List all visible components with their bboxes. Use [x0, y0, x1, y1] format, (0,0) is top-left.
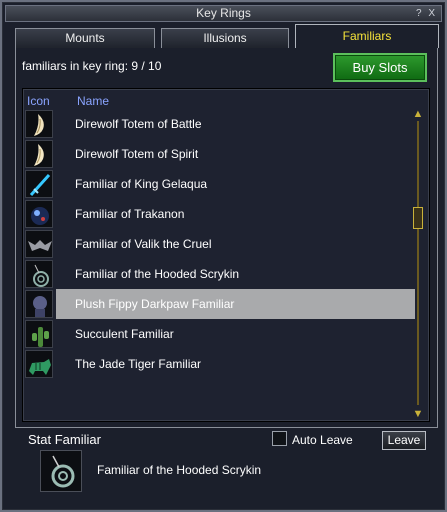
list-item-name: Familiar of the Hooded Scrykin [75, 267, 240, 281]
list-item-name: Direwolf Totem of Battle [75, 117, 202, 131]
cactus-icon [25, 320, 53, 348]
close-button[interactable]: X [428, 8, 435, 19]
scroll-track[interactable] [417, 121, 419, 405]
tiger-icon [25, 350, 53, 378]
help-button[interactable]: ? [416, 8, 422, 19]
list-item[interactable]: Succulent Familiar [23, 319, 415, 349]
buy-slots-button[interactable]: Buy Slots [333, 53, 427, 82]
list-item[interactable]: The Jade Tiger Familiar [23, 349, 415, 379]
stat-familiar-label: Stat Familiar [28, 432, 101, 447]
list-item-selected[interactable]: Plush Fippy Darkpaw Familiar [23, 289, 415, 319]
gnoll-icon [25, 290, 53, 318]
list-item-name: Direwolf Totem of Spirit [75, 147, 199, 161]
list-scrollbar[interactable]: ▲ ▼ [411, 107, 425, 421]
window-title: Key Rings [196, 6, 251, 20]
scroll-down-arrow-icon[interactable]: ▼ [411, 407, 425, 421]
list-item[interactable]: Familiar of the Hooded Scrykin [23, 259, 415, 289]
list-item-name: Succulent Familiar [75, 327, 174, 341]
list-item-name: Familiar of Valik the Cruel [75, 237, 212, 251]
fang-totem-icon [25, 110, 53, 138]
key-ring-count: familiars in key ring: 9 / 10 [22, 59, 162, 73]
blue-sword-icon [25, 170, 53, 198]
list-item-name: Plush Fippy Darkpaw Familiar [75, 297, 235, 311]
scroll-thumb[interactable] [413, 207, 423, 229]
list-item[interactable]: Familiar of Valik the Cruel [23, 229, 415, 259]
auto-leave-checkbox[interactable] [272, 431, 287, 446]
orb-icon [25, 200, 53, 228]
title-bar[interactable]: Key Rings ? X [5, 5, 442, 22]
tab-illusions[interactable]: Illusions [161, 28, 289, 48]
list-item[interactable]: Familiar of King Gelaqua [23, 169, 415, 199]
scroll-up-arrow-icon[interactable]: ▲ [411, 107, 425, 121]
familiar-list[interactable]: Icon Name Direwolf Totem of Battle Direw… [22, 88, 430, 422]
auto-leave-label: Auto Leave [292, 433, 353, 447]
spiral-icon[interactable] [40, 450, 82, 492]
tab-bar: Mounts Illusions Familiars [15, 24, 439, 48]
fang-totem-icon [25, 140, 53, 168]
list-item[interactable]: Direwolf Totem of Spirit [23, 139, 415, 169]
tab-familiars[interactable]: Familiars [295, 24, 439, 48]
stat-familiar-name: Familiar of the Hooded Scrykin [97, 463, 262, 477]
list-item-name: Familiar of King Gelaqua [75, 177, 208, 191]
leave-button[interactable]: Leave [382, 431, 426, 450]
list-item[interactable]: Familiar of Trakanon [23, 199, 415, 229]
spiral-icon [25, 260, 53, 288]
column-header-name[interactable]: Name [77, 94, 109, 108]
column-header-icon[interactable]: Icon [27, 94, 50, 108]
tab-mounts[interactable]: Mounts [15, 28, 155, 48]
bat-wings-icon [25, 230, 53, 258]
list-item[interactable]: Direwolf Totem of Battle [23, 109, 415, 139]
list-item-name: The Jade Tiger Familiar [75, 357, 202, 371]
list-item-name: Familiar of Trakanon [75, 207, 185, 221]
